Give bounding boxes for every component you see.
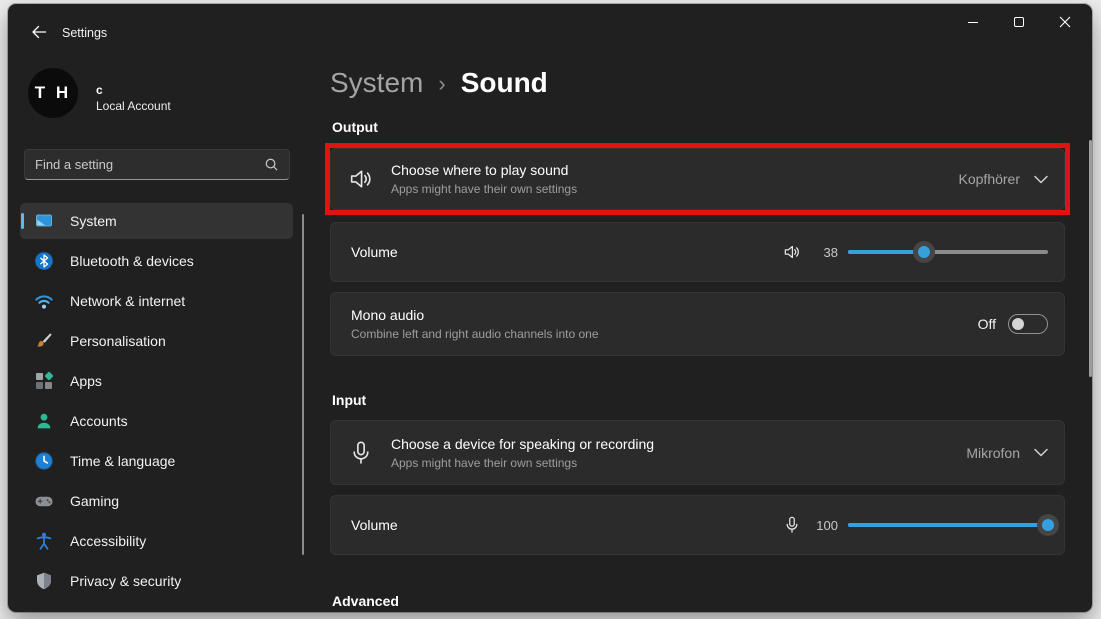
accessibility-person-icon bbox=[34, 531, 54, 551]
apps-icon bbox=[34, 371, 54, 391]
sidebar-item-bluetooth-devices[interactable]: Bluetooth & devices bbox=[20, 243, 293, 279]
chevron-down-icon bbox=[1034, 448, 1048, 457]
slider-thumb-dot bbox=[918, 246, 930, 258]
page-title: Sound bbox=[461, 67, 548, 99]
output-device-dropdown[interactable]: Kopfhörer bbox=[959, 171, 1048, 187]
sidebar-item-personalisation[interactable]: Personalisation bbox=[20, 323, 293, 359]
maximize-button[interactable] bbox=[996, 4, 1042, 40]
sidebar-item-label: Bluetooth & devices bbox=[70, 253, 194, 269]
row-subtitle: Apps might have their own settings bbox=[391, 182, 577, 196]
row-title: Choose where to play sound bbox=[391, 162, 577, 178]
sidebar-item-gaming[interactable]: Gaming bbox=[20, 483, 293, 519]
mono-audio-toggle[interactable] bbox=[1008, 314, 1048, 334]
row-title: Mono audio bbox=[351, 307, 599, 323]
sidebar-item-label: System bbox=[70, 213, 117, 229]
output-device-value: Kopfhörer bbox=[959, 171, 1020, 187]
account-name: c bbox=[96, 83, 103, 97]
sidebar-item-label: Apps bbox=[70, 373, 102, 389]
network-wifi-icon bbox=[34, 291, 54, 311]
avatar[interactable]: T H bbox=[28, 68, 78, 118]
output-volume-slider[interactable] bbox=[848, 241, 1048, 263]
input-device-row[interactable]: Choose a device for speaking or recordin… bbox=[330, 420, 1065, 485]
sidebar-item-label: Network & internet bbox=[70, 293, 185, 309]
app-title: Settings bbox=[62, 26, 107, 40]
toggle-state-label: Off bbox=[978, 316, 996, 332]
sidebar-item-label: Privacy & security bbox=[70, 573, 181, 589]
slider-thumb[interactable] bbox=[913, 241, 935, 263]
sidebar-item-network-internet[interactable]: Network & internet bbox=[20, 283, 293, 319]
output-device-row[interactable]: Choose where to play sound Apps might ha… bbox=[330, 148, 1065, 210]
row-subtitle: Combine left and right audio channels in… bbox=[351, 327, 599, 341]
mono-audio-text: Mono audio Combine left and right audio … bbox=[347, 307, 599, 341]
person-icon bbox=[34, 411, 54, 431]
advanced-section-header: Advanced bbox=[332, 593, 399, 609]
sidebar-item-apps[interactable]: Apps bbox=[20, 363, 293, 399]
sidebar-item-label: Gaming bbox=[70, 493, 119, 509]
mono-audio-row: Mono audio Combine left and right audio … bbox=[330, 292, 1065, 356]
search-icon bbox=[264, 157, 279, 172]
volume-label: Volume bbox=[347, 244, 398, 260]
slider-fill bbox=[848, 523, 1048, 527]
back-button[interactable] bbox=[24, 19, 54, 45]
back-arrow-icon bbox=[31, 24, 47, 40]
selection-indicator bbox=[21, 213, 24, 229]
sidebar-item-time-language[interactable]: Time & language bbox=[20, 443, 293, 479]
paintbrush-icon bbox=[34, 331, 54, 351]
search-input[interactable] bbox=[35, 157, 264, 172]
account-type: Local Account bbox=[96, 99, 171, 113]
input-device-dropdown[interactable]: Mikrofon bbox=[966, 445, 1048, 461]
shield-icon bbox=[34, 571, 54, 591]
close-button[interactable] bbox=[1042, 4, 1088, 40]
clock-icon bbox=[34, 451, 54, 471]
microphone-icon[interactable] bbox=[782, 515, 802, 535]
microphone-icon bbox=[347, 439, 375, 467]
screenshot-stage: Settings T H c Local Account bbox=[0, 0, 1101, 619]
breadcrumb-parent[interactable]: System bbox=[330, 67, 423, 99]
close-icon bbox=[1059, 16, 1071, 28]
sidebar-item-accessibility[interactable]: Accessibility bbox=[20, 523, 293, 559]
volume-label: Volume bbox=[347, 517, 398, 533]
breadcrumb: System › Sound bbox=[330, 62, 548, 104]
sidebar-item-label: Accounts bbox=[70, 413, 128, 429]
output-section-header: Output bbox=[332, 119, 378, 135]
row-title: Choose a device for speaking or recordin… bbox=[391, 436, 654, 452]
sidebar-item-accounts[interactable]: Accounts bbox=[20, 403, 293, 439]
main-scrollbar[interactable] bbox=[1089, 140, 1092, 377]
minimize-icon bbox=[968, 22, 978, 23]
speaker-icon bbox=[347, 165, 375, 193]
input-device-text: Choose a device for speaking or recordin… bbox=[391, 436, 654, 470]
sidebar-scrollbar[interactable] bbox=[302, 214, 304, 555]
window-controls bbox=[950, 4, 1088, 40]
sidebar-nav: System Bluetooth & devices Network & int… bbox=[20, 203, 293, 603]
search-box[interactable] bbox=[24, 149, 290, 180]
sidebar-item-label: Accessibility bbox=[70, 533, 146, 549]
game-controller-icon bbox=[34, 491, 54, 511]
bluetooth-icon bbox=[34, 251, 54, 271]
row-subtitle: Apps might have their own settings bbox=[391, 456, 654, 470]
sidebar-item-privacy-security[interactable]: Privacy & security bbox=[20, 563, 293, 599]
sidebar-item-label: Personalisation bbox=[70, 333, 166, 349]
system-icon bbox=[34, 211, 54, 231]
speaker-icon[interactable] bbox=[782, 242, 802, 262]
input-volume-slider[interactable] bbox=[848, 514, 1048, 536]
slider-thumb[interactable] bbox=[1037, 514, 1059, 536]
sidebar-item-label: Time & language bbox=[70, 453, 175, 469]
input-section-header: Input bbox=[332, 392, 366, 408]
chevron-down-icon bbox=[1034, 175, 1048, 184]
breadcrumb-separator-icon: › bbox=[438, 69, 445, 97]
input-device-value: Mikrofon bbox=[966, 445, 1020, 461]
maximize-icon bbox=[1014, 17, 1024, 27]
settings-window: Settings T H c Local Account bbox=[8, 4, 1092, 612]
output-volume-value: 38 bbox=[814, 245, 838, 260]
sidebar-item-system[interactable]: System bbox=[20, 203, 293, 239]
toggle-knob bbox=[1012, 318, 1024, 330]
output-device-text: Choose where to play sound Apps might ha… bbox=[391, 162, 577, 196]
input-volume-row: Volume 100 bbox=[330, 495, 1065, 555]
slider-thumb-dot bbox=[1042, 519, 1054, 531]
input-volume-value: 100 bbox=[814, 518, 838, 533]
minimize-button[interactable] bbox=[950, 4, 996, 40]
output-volume-row: Volume 38 bbox=[330, 222, 1065, 282]
